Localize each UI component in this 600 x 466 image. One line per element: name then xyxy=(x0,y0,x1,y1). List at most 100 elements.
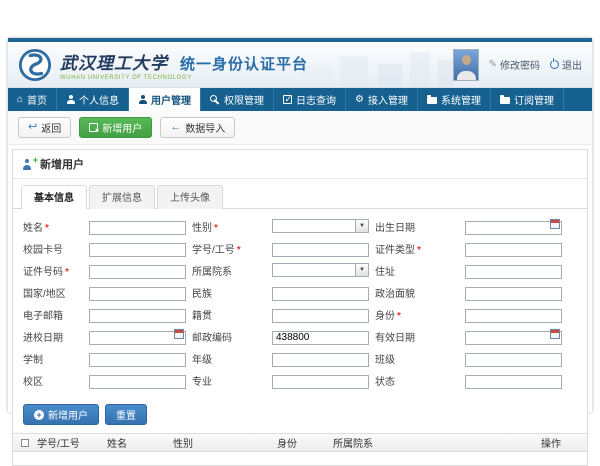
add-user-toolbar-button[interactable]: 新增用户 xyxy=(79,117,152,138)
political-status-cell xyxy=(465,283,562,301)
data-import-button[interactable]: ← 数据导入 xyxy=(160,117,235,138)
select-all-checkbox[interactable] xyxy=(21,439,29,447)
tab-upload-avatar[interactable]: 上传头像 xyxy=(157,185,223,209)
nav-item-system-management[interactable]: 系统管理 xyxy=(418,88,491,111)
major-label: 专业 xyxy=(192,373,266,388)
major-input[interactable] xyxy=(272,375,369,389)
back-button[interactable]: ↩ 返回 xyxy=(18,117,71,138)
political-status-input[interactable] xyxy=(465,287,562,301)
nav-item-label: 订阅管理 xyxy=(514,92,554,107)
nav-item-subscription-management[interactable]: 订阅管理 xyxy=(491,88,564,111)
nav-item-home[interactable]: ⌂首页 xyxy=(8,88,57,111)
address-input[interactable] xyxy=(465,265,562,279)
id-number-label: 证件号码* xyxy=(23,263,83,278)
enrollment-date-input[interactable] xyxy=(89,331,186,345)
university-name: 武汉理工大学 xyxy=(60,49,168,74)
results-table-empty-body xyxy=(13,452,587,465)
data-import-label: 数据导入 xyxy=(185,120,225,135)
tab-extended-info[interactable]: 扩展信息 xyxy=(89,185,155,209)
postal-code-input[interactable] xyxy=(272,331,369,345)
calendar-icon[interactable] xyxy=(550,329,560,339)
email-label: 电子邮箱 xyxy=(23,307,83,322)
postal-code-cell xyxy=(272,327,369,345)
user-icon xyxy=(138,95,147,104)
required-star: * xyxy=(65,267,69,278)
campus-card-no-cell xyxy=(89,239,186,257)
valid-date-input[interactable] xyxy=(465,331,562,345)
brand-titles: 武汉理工大学 统一身份认证平台 WUHAN UNIVERSITY OF TECH… xyxy=(60,49,308,81)
column-header-1: 学号/工号 xyxy=(37,435,107,450)
country-region-cell xyxy=(89,283,186,301)
pencil-icon: ✎ xyxy=(489,60,497,70)
university-logo-icon xyxy=(18,48,52,82)
nav-item-permission-management[interactable]: 权限管理 xyxy=(201,88,274,111)
new-form-icon xyxy=(89,123,98,132)
campus-card-no-input[interactable] xyxy=(89,243,186,257)
form-actions: + 新增用户 重置 xyxy=(13,397,587,433)
campus-input[interactable] xyxy=(89,375,186,389)
grade-input[interactable] xyxy=(272,353,369,367)
department-select[interactable]: ▼ xyxy=(272,263,369,277)
logout-link[interactable]: 退出 xyxy=(550,57,582,72)
nav-item-log-query[interactable]: 日志查询 xyxy=(274,88,346,111)
nav-item-user-management[interactable]: 用户管理 xyxy=(129,88,201,111)
name-input[interactable] xyxy=(89,221,186,235)
political-status-label: 政治面貌 xyxy=(375,285,459,300)
reset-button[interactable]: 重置 xyxy=(105,404,147,425)
student-id-input[interactable] xyxy=(272,243,369,257)
id-type-input[interactable] xyxy=(465,243,562,257)
submit-add-user-button[interactable]: + 新增用户 xyxy=(23,404,99,425)
calendar-icon[interactable] xyxy=(174,329,184,339)
email-cell xyxy=(89,305,186,323)
identity-input[interactable] xyxy=(465,309,562,323)
toolbar: ↩ 返回 新增用户 ← 数据导入 xyxy=(8,111,592,145)
calendar-icon[interactable] xyxy=(550,219,560,229)
user-icon xyxy=(66,95,75,104)
id-number-input[interactable] xyxy=(89,265,186,279)
gender-select[interactable]: ▼ xyxy=(272,219,369,233)
birth-date-input[interactable] xyxy=(465,221,562,235)
log-icon xyxy=(283,95,292,104)
nav-item-personal-info[interactable]: 个人信息 xyxy=(57,88,129,111)
address-label: 住址 xyxy=(375,263,459,278)
checkbox-cell xyxy=(13,439,37,447)
email-input[interactable] xyxy=(89,309,186,323)
nav-item-label: 系统管理 xyxy=(441,92,481,107)
change-password-label: 修改密码 xyxy=(500,57,540,72)
id-number-cell xyxy=(89,261,186,279)
column-header-4: 身份 xyxy=(277,435,333,450)
status-input[interactable] xyxy=(465,375,562,389)
reset-label: 重置 xyxy=(116,407,136,422)
nav-item-label: 首页 xyxy=(27,92,47,107)
schooling-length-input[interactable] xyxy=(89,353,186,367)
new-user-card: + 新增用户 基本信息扩展信息上传头像 姓名*性别*▼出生日期校园卡号学号/工号… xyxy=(12,149,588,466)
section-title-label: 新增用户 xyxy=(40,156,84,172)
identity-cell xyxy=(465,305,562,323)
platform-title: 统一身份认证平台 xyxy=(180,53,308,74)
main-nav: ⌂首页 个人信息用户管理权限管理日志查询⚙接入管理 系统管理 订阅管理 xyxy=(8,88,592,111)
student-id-cell xyxy=(272,239,369,257)
gender-label: 性别* xyxy=(192,219,266,234)
ethnicity-input[interactable] xyxy=(272,287,369,301)
id-type-cell xyxy=(465,239,562,257)
birth-date-cell xyxy=(465,217,562,235)
change-password-link[interactable]: ✎ 修改密码 xyxy=(489,57,540,72)
campus-cell xyxy=(89,371,186,389)
status-label: 状态 xyxy=(375,373,459,388)
logout-label: 退出 xyxy=(562,57,582,72)
country-region-input[interactable] xyxy=(89,287,186,301)
user-bar: ✎ 修改密码 退出 xyxy=(453,49,582,81)
country-region-label: 国家/地区 xyxy=(23,285,83,300)
native-place-input[interactable] xyxy=(272,309,369,323)
nav-item-label: 个人信息 xyxy=(79,92,119,107)
class-cell xyxy=(465,349,562,367)
column-header-6: 操作 xyxy=(541,435,587,450)
address-cell xyxy=(465,261,562,279)
back-arrow-icon: ↩ xyxy=(28,122,37,133)
class-label: 班级 xyxy=(375,351,459,366)
identity-label: 身份* xyxy=(375,307,459,322)
class-input[interactable] xyxy=(465,353,562,367)
section-title: + 新增用户 xyxy=(13,150,587,179)
nav-item-access-management[interactable]: ⚙接入管理 xyxy=(346,88,418,111)
tab-basic-info[interactable]: 基本信息 xyxy=(21,185,87,209)
